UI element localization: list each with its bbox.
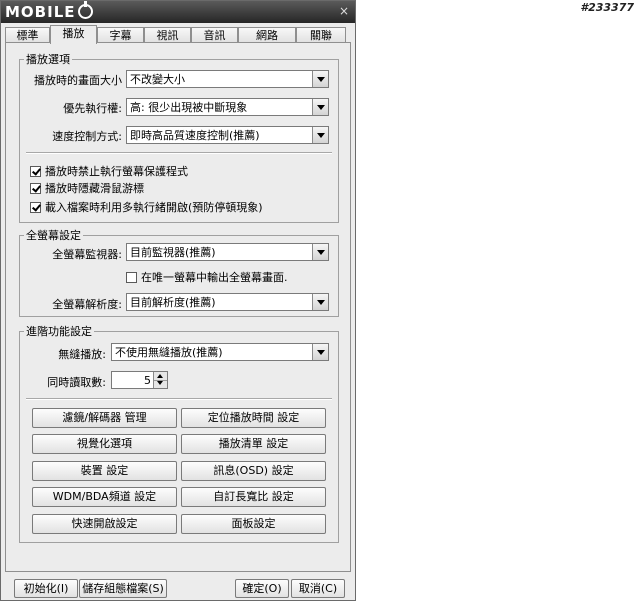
title-bar[interactable]: MOBILE × <box>1 1 355 23</box>
filter-decoder-button[interactable]: 濾鏡/解碼器 管理 <box>32 408 177 428</box>
priority-label: 優先執行權: <box>63 102 122 115</box>
preferences-window: MOBILE × 標準 播放 字幕 視訊 音訊 網路 關聯 播放選項 播放時的畫… <box>0 0 356 601</box>
tab-video[interactable]: 視訊 <box>144 27 191 43</box>
select-value: 目前監視器(推薦) <box>130 246 216 259</box>
fullscreen-monitor-label: 全螢幕監視器: <box>52 248 122 261</box>
chevron-down-icon[interactable] <box>312 294 328 310</box>
save-config-button[interactable]: 儲存組態檔案(S) <box>79 579 167 598</box>
single-monitor-checkbox[interactable]: 在唯一螢幕中輸出全螢幕畫面. <box>126 271 288 284</box>
read-count-label: 同時讀取數: <box>47 376 106 389</box>
tab-association[interactable]: 關聯 <box>296 27 346 43</box>
visualization-options-button[interactable]: 視覺化選項 <box>32 434 177 454</box>
seamless-playback-label: 無縫播放: <box>58 348 106 361</box>
select-value: 不改變大小 <box>130 73 185 86</box>
chevron-down-icon[interactable] <box>312 127 328 143</box>
tab-network[interactable]: 網路 <box>238 27 296 43</box>
divider <box>26 152 332 154</box>
wdm-bda-channel-button[interactable]: WDM/BDA頻道 設定 <box>32 487 177 507</box>
device-settings-button[interactable]: 裝置 設定 <box>32 461 177 481</box>
reset-button[interactable]: 初始化(I) <box>14 579 78 598</box>
tab-audio[interactable]: 音訊 <box>191 27 238 43</box>
stepper-value[interactable]: 5 <box>144 373 151 388</box>
chevron-down-icon[interactable] <box>312 244 328 260</box>
screen-size-label: 播放時的畫面大小 <box>34 74 122 87</box>
stepper-buttons <box>153 372 167 388</box>
playback-panel: 播放選項 播放時的畫面大小 不改變大小 優先執行權: 高: 很少出現被中斷現象 … <box>5 42 351 572</box>
group-title: 全螢幕設定 <box>26 229 81 242</box>
priority-select[interactable]: 高: 很少出現被中斷現象 <box>126 98 329 116</box>
select-value: 即時高品質速度控制(推薦) <box>130 129 260 142</box>
quick-open-settings-button[interactable]: 快速開啟設定 <box>32 514 177 534</box>
checkbox-checked-icon[interactable] <box>30 183 41 194</box>
chevron-down-icon[interactable] <box>312 344 328 360</box>
speed-control-select[interactable]: 即時高品質速度控制(推薦) <box>126 126 329 144</box>
hide-cursor-checkbox[interactable]: 播放時隱藏滑鼠游標 <box>30 182 144 195</box>
playlist-settings-button[interactable]: 播放清單 設定 <box>181 434 326 454</box>
group-title: 進階功能設定 <box>26 325 92 338</box>
divider <box>26 398 332 400</box>
select-value: 目前解析度(推薦) <box>130 296 216 309</box>
close-icon[interactable]: × <box>337 4 351 18</box>
arrow-down-icon[interactable] <box>154 380 167 388</box>
chevron-down-icon[interactable] <box>312 71 328 87</box>
checkbox-checked-icon[interactable] <box>30 166 41 177</box>
power-icon <box>77 1 93 19</box>
read-count-stepper[interactable]: 5 <box>111 371 168 389</box>
osd-settings-button[interactable]: 訊息(OSD) 設定 <box>181 461 326 481</box>
aspect-ratio-settings-button[interactable]: 自訂長寬比 設定 <box>181 487 326 507</box>
speed-control-label: 速度控制方式: <box>52 130 122 143</box>
multithread-load-checkbox[interactable]: 載入檔案時利用多執行緒開啟(預防停頓現象) <box>30 201 263 214</box>
tab-subtitle[interactable]: 字幕 <box>97 27 144 43</box>
fullscreen-resolution-select[interactable]: 目前解析度(推薦) <box>126 293 329 311</box>
screen-size-select[interactable]: 不改變大小 <box>126 70 329 88</box>
chevron-down-icon[interactable] <box>312 99 328 115</box>
app-logo: MOBILE <box>5 1 93 21</box>
fullscreen-resolution-label: 全螢幕解析度: <box>52 298 122 311</box>
seek-time-settings-button[interactable]: 定位播放時間 設定 <box>181 408 326 428</box>
checkbox-checked-icon[interactable] <box>30 202 41 213</box>
skin-settings-button[interactable]: 面板設定 <box>181 514 326 534</box>
checkbox-unchecked-icon[interactable] <box>126 272 137 283</box>
group-title: 播放選項 <box>26 53 70 66</box>
seamless-playback-select[interactable]: 不使用無縫播放(推薦) <box>111 343 329 361</box>
tab-playback[interactable]: 播放 <box>50 25 97 44</box>
watermark-text: #233377 <box>580 1 634 14</box>
cancel-button[interactable]: 取消(C) <box>291 579 345 598</box>
ok-button[interactable]: 確定(O) <box>235 579 289 598</box>
fullscreen-monitor-select[interactable]: 目前監視器(推薦) <box>126 243 329 261</box>
no-screensaver-checkbox[interactable]: 播放時禁止執行螢幕保護程式 <box>30 165 188 178</box>
tab-standard[interactable]: 標準 <box>5 27 50 43</box>
select-value: 高: 很少出現被中斷現象 <box>130 101 248 114</box>
select-value: 不使用無縫播放(推薦) <box>115 346 223 359</box>
